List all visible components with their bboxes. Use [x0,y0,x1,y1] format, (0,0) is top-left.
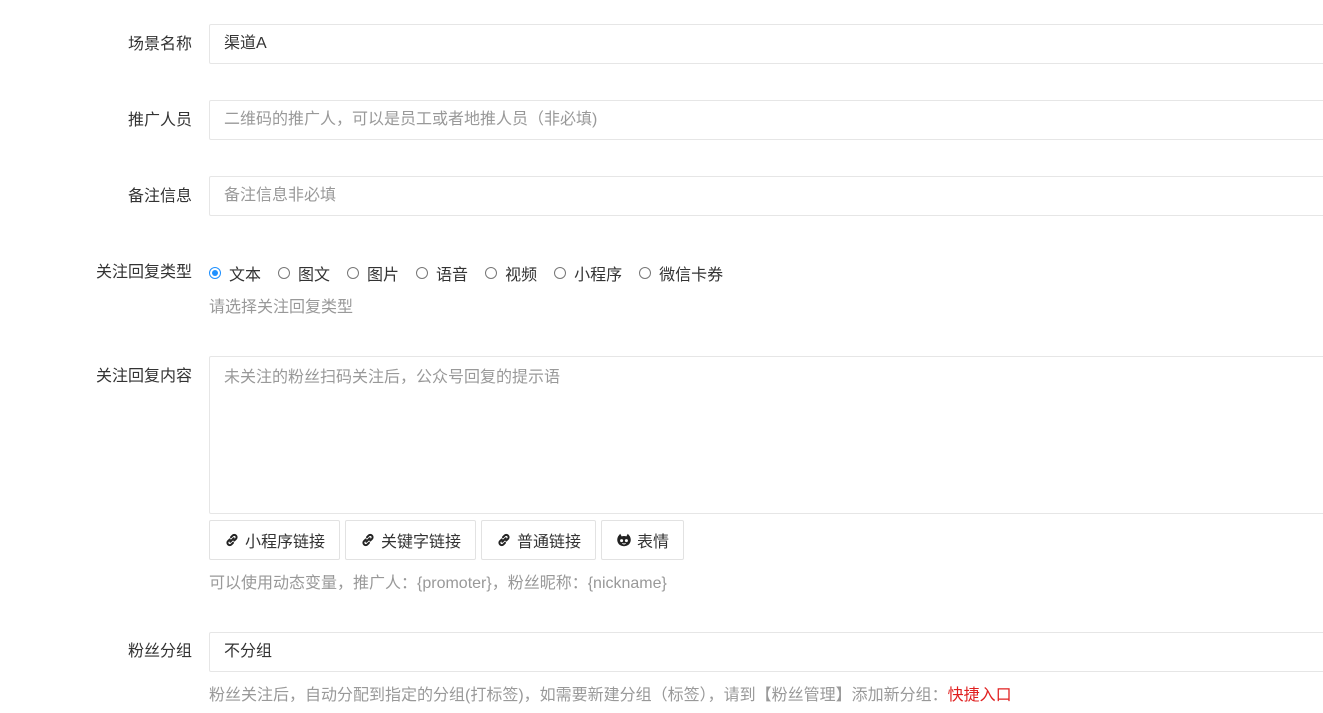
radio-text[interactable]: 文本 [209,261,261,285]
reply-content-textarea[interactable]: 未关注的粉丝扫码关注后，公众号回复的提示语 [209,356,1323,514]
radio-unchecked-icon [347,267,360,279]
insert-toolbar: 小程序链接 关键字链接 普通链接 表情 [209,520,689,560]
button-label: 表情 [637,534,670,551]
miniprogram-link-button[interactable]: 小程序链接 [209,520,341,560]
normal-link-button[interactable]: 普通链接 [481,520,597,560]
radio-unchecked-icon [485,267,498,279]
reply-type-radio-group: 文本 图文 图片 语音 视频 小程序 微信卡券 [209,262,740,284]
fan-group-hint: 粉丝关注后，自动分配到指定的分组(打标签)，如需要新建分组（标签），请到【粉丝管… [209,686,1012,706]
link-icon [362,533,374,547]
radio-unchecked-icon [639,267,652,279]
keyword-link-button[interactable]: 关键字链接 [345,520,477,560]
radio-label: 小程序 [574,267,623,284]
reply-type-label: 关注回复类型 [95,264,192,281]
reply-content-label: 关注回复内容 [95,368,192,385]
promoter-input[interactable]: 二维码的推广人，可以是员工或者地推人员（非必填) [209,100,1323,140]
radio-label: 微信卡券 [659,267,724,284]
link-icon [498,533,510,547]
radio-label: 文本 [229,267,262,284]
fan-group-select[interactable]: 不分组 [209,632,1323,672]
radio-label: 图片 [367,267,400,284]
scene-name-input[interactable]: 渠道A [209,24,1323,64]
radio-wechat-card[interactable]: 微信卡券 [639,261,723,285]
reply-content-hint: 可以使用动态变量，推广人：{promoter}，粉丝昵称：{nickname} [209,575,667,592]
promoter-label: 推广人员 [127,112,192,129]
emoji-button[interactable]: 表情 [601,520,685,560]
radio-label: 视频 [505,267,538,284]
quick-entry-link[interactable]: 快捷入口 [948,687,1012,704]
radio-news[interactable]: 图文 [278,261,330,285]
radio-label: 图文 [298,267,331,284]
fan-group-hint-text: 粉丝关注后，自动分配到指定的分组(打标签)，如需要新建分组（标签），请到【粉丝管… [209,687,948,704]
radio-unchecked-icon [554,267,567,279]
emoji-icon [617,533,631,547]
scene-name-label: 场景名称 [127,36,192,53]
radio-image[interactable]: 图片 [347,261,399,285]
remark-input[interactable]: 备注信息非必填 [209,176,1323,216]
reply-type-hint: 请选择关注回复类型 [209,299,354,316]
button-label: 关键字链接 [381,534,462,551]
radio-voice[interactable]: 语音 [416,261,468,285]
radio-unchecked-icon [278,267,291,279]
radio-video[interactable]: 视频 [485,261,537,285]
radio-unchecked-icon [416,267,429,279]
button-label: 小程序链接 [245,534,326,551]
radio-label: 语音 [436,267,469,284]
remark-label: 备注信息 [127,188,192,205]
radio-miniprogram[interactable]: 小程序 [554,261,622,285]
radio-checked-icon [209,267,221,279]
link-icon [226,533,238,547]
fan-group-label: 粉丝分组 [127,643,192,660]
button-label: 普通链接 [517,534,582,551]
